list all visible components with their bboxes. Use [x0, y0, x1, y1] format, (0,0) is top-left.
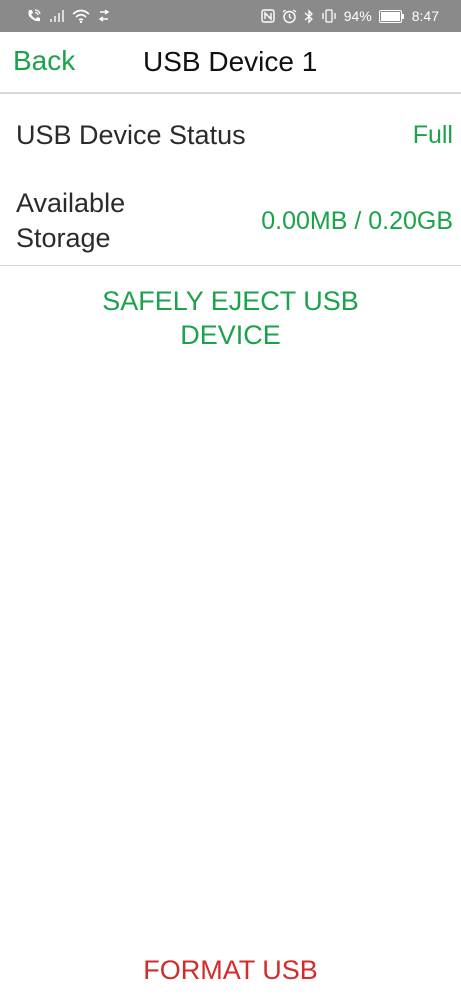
format-usb-button[interactable]: FORMAT USB	[80, 953, 381, 987]
available-storage-label: Available Storage	[16, 188, 126, 253]
data-arrows-icon	[97, 8, 111, 24]
available-storage-value: 0.00MB / 0.20GB	[261, 207, 453, 235]
status-bar: 94% 8:47	[0, 0, 461, 32]
usb-info-card: USB Device Status Full Available Storage…	[0, 96, 461, 266]
vibrate-icon	[321, 8, 337, 24]
safely-eject-button[interactable]: SAFELY EJECT USB DEVICE	[60, 284, 401, 352]
status-bar-right: 94% 8:47	[261, 8, 439, 24]
nfc-icon	[261, 8, 275, 24]
clock: 8:47	[411, 8, 439, 24]
page-title: USB Device 1	[143, 46, 318, 77]
battery-icon	[378, 8, 405, 24]
bluetooth-icon	[304, 8, 314, 24]
status-bar-left	[26, 8, 111, 24]
back-button[interactable]: Back	[13, 45, 75, 77]
usb-status-label: USB Device Status	[16, 120, 246, 150]
alarm-icon	[282, 8, 297, 24]
usb-status-row: USB Device Status Full	[0, 96, 461, 176]
battery-percent: 94%	[343, 8, 372, 24]
call-wifi-icon	[26, 8, 42, 24]
signal-icon	[49, 8, 65, 24]
nav-bar: Back USB Device 1	[0, 32, 461, 94]
available-storage-row: Available Storage 0.00MB / 0.20GB	[0, 176, 461, 266]
wifi-icon	[72, 8, 90, 24]
usb-status-value: Full	[412, 121, 453, 149]
usb-device-screen: 94% 8:47 Back USB Device 1 USB Device St…	[0, 0, 461, 999]
